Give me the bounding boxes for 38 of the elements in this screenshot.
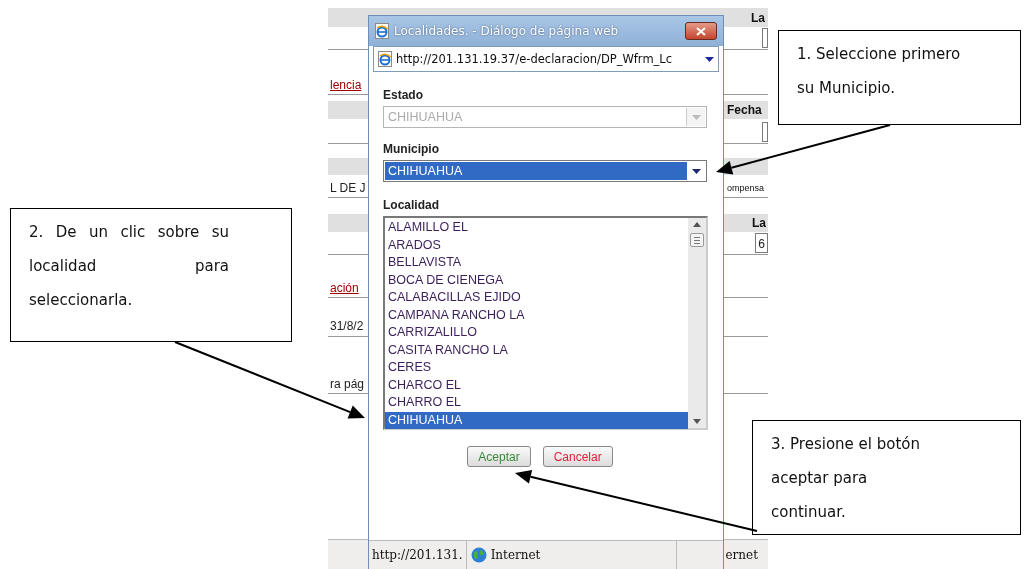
field-label: ompensa [726,183,766,193]
field-label: La [750,10,766,25]
caret-icon [691,168,701,174]
accept-button[interactable]: Aceptar [467,446,531,467]
browser-page-icon [375,23,389,39]
caret-icon [691,114,701,120]
scrollbar-thumb[interactable] [690,233,704,247]
globe-icon [470,547,487,563]
field-label: La [751,216,767,230]
browser-page-icon [378,51,392,67]
callout-text: 2. De un clic sobre su localidad para seleccionarla. [29,222,229,311]
scroll-down-icon[interactable] [693,419,701,424]
address-bar[interactable]: http://201.131.19.37/e-declaracion/DP_Wfrm_Lc [373,46,719,72]
scroll-up-icon[interactable] [693,222,701,227]
scrollbar[interactable] [688,218,706,428]
page-text: L DE J [329,181,366,195]
input-field[interactable] [762,28,768,48]
callout-text: 1. Seleccione primero su Municipio. [797,44,962,99]
page-text: ra pág [329,377,365,391]
field-label: Localidad [383,198,440,212]
close-button[interactable] [685,22,717,40]
cancel-button[interactable]: Cancelar [542,446,613,467]
field-label: Fecha [726,103,763,117]
field-label: Estado [383,88,424,102]
callout-text: 3. Presione el botón aceptar para continuar. [771,434,922,523]
close-icon [696,26,706,36]
dropdown-caret-icon [705,56,714,62]
page-text: 31/8/2 [329,319,364,333]
field-label: Municipio [383,142,440,156]
dropdown-field[interactable]: CHIHUAHUA [383,160,707,182]
window-title: Localidades. - Diálogo de página web [394,24,620,38]
input-field[interactable]: 6 [755,233,768,253]
zone-label: Internet [489,548,541,562]
status-url: http://201.131. [369,541,467,569]
status-text: ernet [725,547,758,562]
page-link[interactable]: lencia [328,78,362,92]
input-field[interactable] [762,122,768,142]
page-link[interactable]: ación [328,281,359,295]
